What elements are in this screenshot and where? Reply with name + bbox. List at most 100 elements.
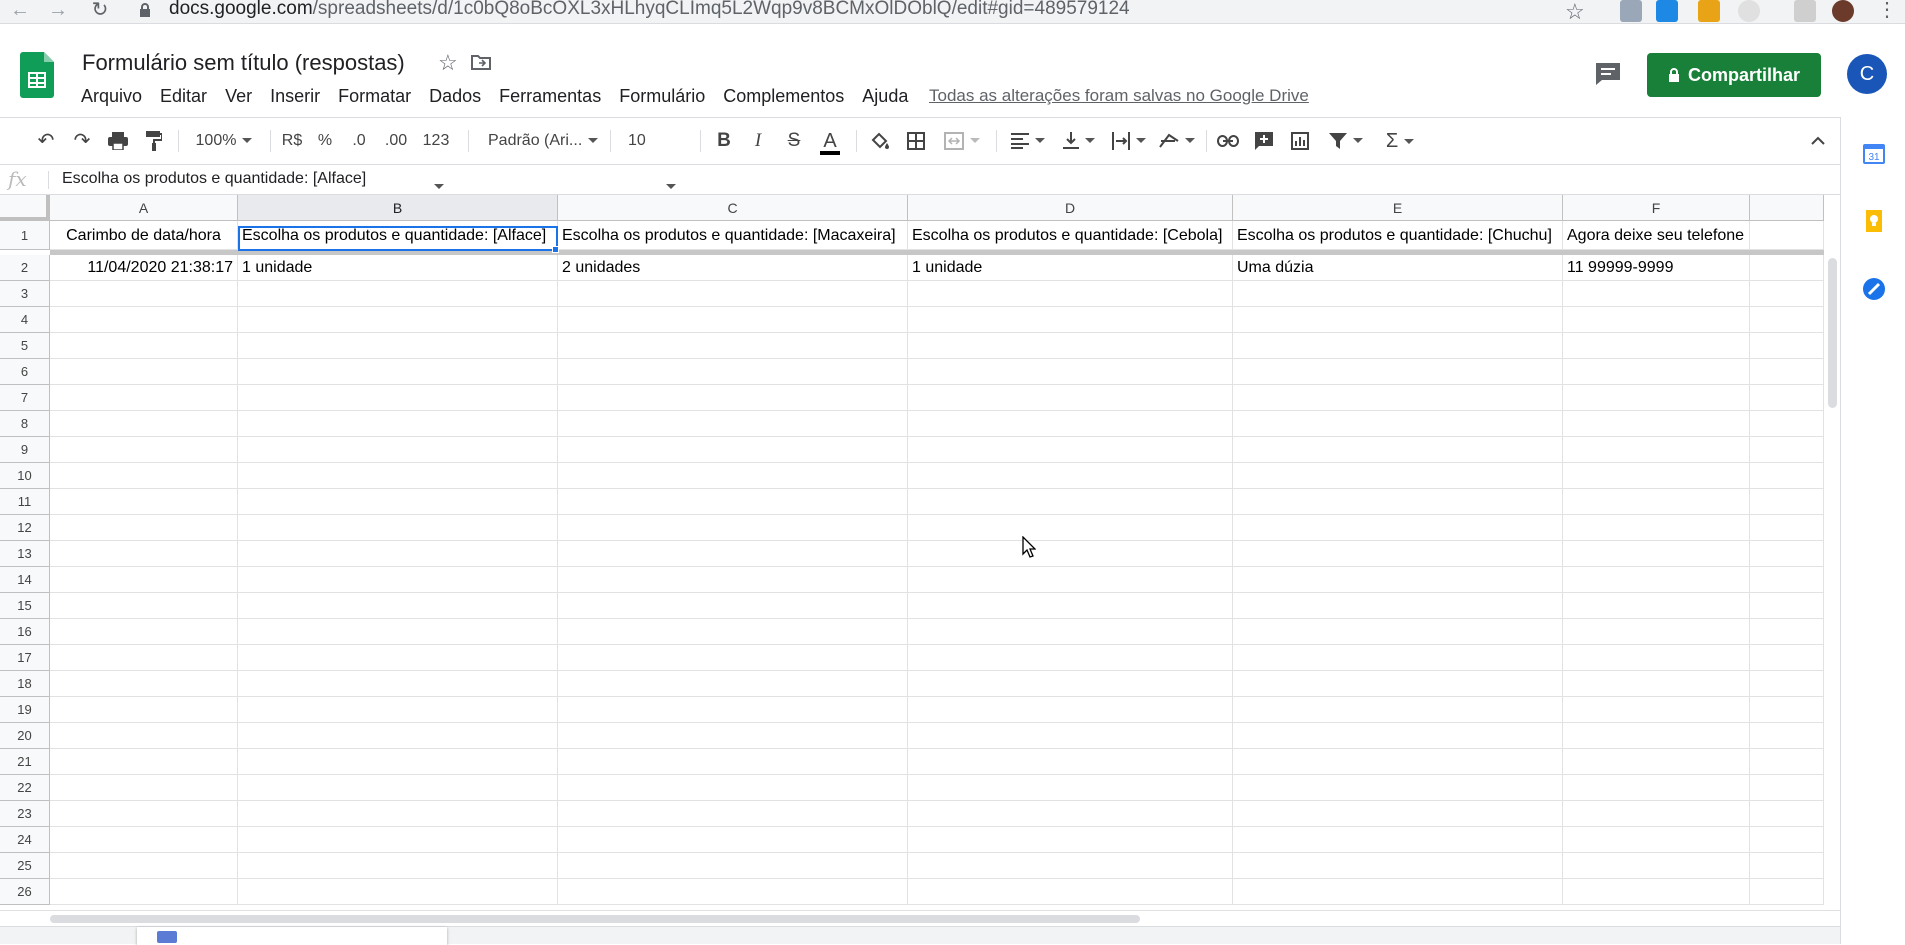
- empty-cell[interactable]: [1233, 359, 1563, 385]
- empty-cell[interactable]: [238, 801, 558, 827]
- row-header[interactable]: 12: [0, 515, 50, 541]
- empty-cell[interactable]: [238, 541, 558, 567]
- row-header[interactable]: 9: [0, 437, 50, 463]
- row-header[interactable]: 24: [0, 827, 50, 853]
- column-header[interactable]: A: [50, 195, 238, 221]
- empty-cell[interactable]: [558, 411, 908, 437]
- menu-dados[interactable]: Dados: [420, 83, 490, 109]
- empty-cell[interactable]: [1563, 463, 1750, 489]
- row-header[interactable]: 6: [0, 359, 50, 385]
- empty-cell[interactable]: [1750, 489, 1824, 515]
- text-wrapping-icon[interactable]: [1108, 118, 1150, 164]
- menu-ajuda[interactable]: Ajuda: [853, 83, 917, 109]
- empty-cell[interactable]: [558, 593, 908, 619]
- empty-cell[interactable]: [1233, 541, 1563, 567]
- reload-icon[interactable]: ↻: [88, 0, 112, 22]
- empty-cell[interactable]: [908, 281, 1233, 307]
- empty-cell[interactable]: [558, 385, 908, 411]
- empty-cell[interactable]: [50, 385, 238, 411]
- decrease-decimal-button[interactable]: .0: [346, 118, 372, 164]
- filter-icon[interactable]: [1322, 118, 1370, 164]
- empty-cell[interactable]: [50, 619, 238, 645]
- horizontal-align-icon[interactable]: [1006, 118, 1050, 164]
- empty-cell[interactable]: [1233, 853, 1563, 879]
- empty-cell[interactable]: [1233, 593, 1563, 619]
- empty-cell[interactable]: [1750, 307, 1824, 333]
- empty-cell[interactable]: [50, 515, 238, 541]
- move-to-folder-icon[interactable]: [471, 54, 491, 70]
- data-cell[interactable]: 2 unidades: [558, 255, 908, 281]
- header-cell[interactable]: Escolha os produtos e quantidade: [Alfac…: [238, 221, 558, 250]
- empty-cell[interactable]: [1563, 307, 1750, 333]
- empty-cell[interactable]: [558, 541, 908, 567]
- empty-cell[interactable]: [908, 879, 1233, 905]
- column-header[interactable]: F: [1563, 195, 1750, 221]
- row-header[interactable]: 11: [0, 489, 50, 515]
- empty-cell[interactable]: [1563, 411, 1750, 437]
- empty-cell[interactable]: [908, 697, 1233, 723]
- url-field[interactable]: docs.google.com/spreadsheets/d/1c0bQ8oBc…: [127, 0, 1567, 22]
- empty-cell[interactable]: [558, 801, 908, 827]
- header-cell[interactable]: Escolha os produtos e quantidade: [Chuch…: [1233, 221, 1563, 250]
- empty-cell[interactable]: [908, 645, 1233, 671]
- empty-cell[interactable]: [1750, 619, 1824, 645]
- empty-cell[interactable]: [238, 775, 558, 801]
- empty-cell[interactable]: [1750, 411, 1824, 437]
- empty-cell[interactable]: [238, 515, 558, 541]
- formula-input[interactable]: Escolha os produtos e quantidade: [Alfac…: [62, 170, 366, 188]
- empty-cell[interactable]: [238, 411, 558, 437]
- empty-cell[interactable]: [908, 463, 1233, 489]
- empty-cell[interactable]: [1750, 221, 1824, 250]
- fill-handle[interactable]: [552, 246, 559, 253]
- text-rotation-icon[interactable]: [1156, 118, 1198, 164]
- empty-cell[interactable]: [238, 437, 558, 463]
- empty-cell[interactable]: [908, 333, 1233, 359]
- data-cell[interactable]: Uma dúzia: [1233, 255, 1563, 281]
- media-icon[interactable]: [1794, 0, 1816, 22]
- undo-icon[interactable]: ↶: [32, 118, 60, 164]
- empty-cell[interactable]: [1233, 645, 1563, 671]
- extension-icon[interactable]: [1738, 0, 1760, 22]
- data-cell[interactable]: 11/04/2020 21:38:17: [50, 255, 238, 281]
- empty-cell[interactable]: [558, 307, 908, 333]
- menu-ver[interactable]: Ver: [216, 83, 261, 109]
- empty-cell[interactable]: [238, 307, 558, 333]
- empty-cell[interactable]: [1750, 801, 1824, 827]
- empty-cell[interactable]: [238, 333, 558, 359]
- currency-format-button[interactable]: R$: [278, 118, 306, 164]
- row-header[interactable]: 25: [0, 853, 50, 879]
- document-title[interactable]: Formulário sem título (respostas): [82, 49, 405, 77]
- browser-menu-icon[interactable]: ⋮: [1875, 0, 1899, 22]
- empty-cell[interactable]: [50, 567, 238, 593]
- tasks-icon[interactable]: [1862, 277, 1886, 301]
- print-icon[interactable]: [104, 118, 132, 164]
- empty-cell[interactable]: [1233, 463, 1563, 489]
- row-header[interactable]: 15: [0, 593, 50, 619]
- empty-cell[interactable]: [908, 437, 1233, 463]
- row-header[interactable]: 17: [0, 645, 50, 671]
- empty-cell[interactable]: [1233, 281, 1563, 307]
- frozen-row-divider[interactable]: [50, 250, 1824, 255]
- header-cell[interactable]: Carimbo de data/hora: [50, 221, 238, 250]
- column-header[interactable]: C: [558, 195, 908, 221]
- empty-cell[interactable]: [558, 697, 908, 723]
- empty-cell[interactable]: [1233, 333, 1563, 359]
- empty-cell[interactable]: [50, 697, 238, 723]
- empty-cell[interactable]: [1563, 437, 1750, 463]
- empty-cell[interactable]: [238, 567, 558, 593]
- empty-cell[interactable]: [1563, 801, 1750, 827]
- empty-cell[interactable]: [238, 879, 558, 905]
- empty-cell[interactable]: [50, 307, 238, 333]
- empty-cell[interactable]: [558, 567, 908, 593]
- empty-cell[interactable]: [1233, 775, 1563, 801]
- empty-cell[interactable]: [1233, 567, 1563, 593]
- empty-cell[interactable]: [1750, 645, 1824, 671]
- empty-cell[interactable]: [1563, 827, 1750, 853]
- empty-cell[interactable]: [558, 775, 908, 801]
- vertical-scrollbar[interactable]: [1824, 250, 1840, 910]
- text-color-button[interactable]: A: [816, 118, 844, 164]
- empty-cell[interactable]: [558, 671, 908, 697]
- empty-cell[interactable]: [1750, 385, 1824, 411]
- spreadsheet-grid[interactable]: ABCDEF 1 Carimbo de data/hora Escolha os p…: [0, 195, 1824, 911]
- column-header[interactable]: B: [238, 195, 558, 221]
